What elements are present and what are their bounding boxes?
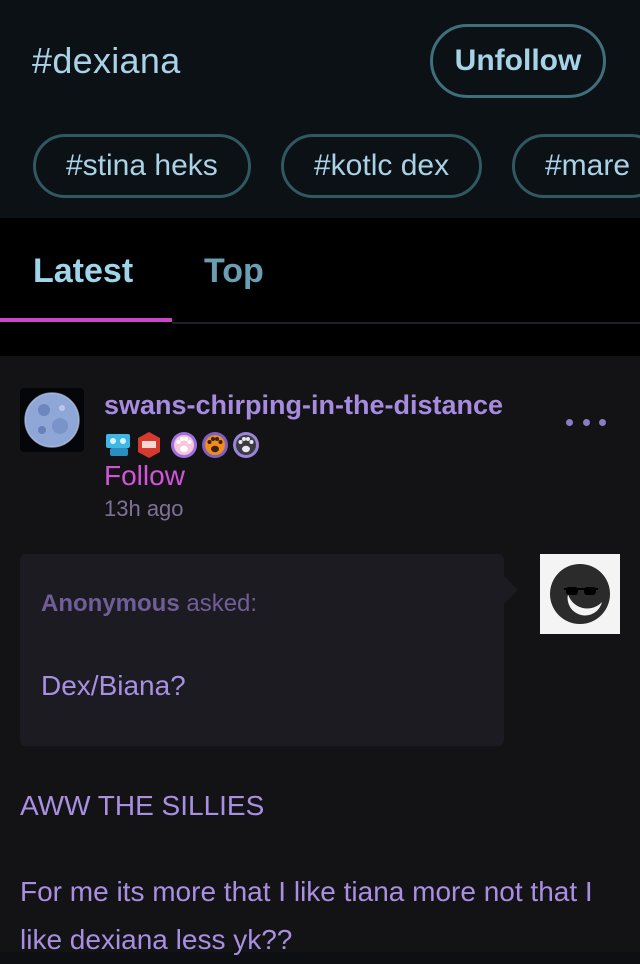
red-hexagon-badge-icon (138, 432, 160, 458)
related-tag-chip[interactable]: #stina heks (33, 134, 251, 198)
related-tag-chip[interactable]: #kotlc dex (281, 134, 483, 198)
anonymous-avatar (540, 554, 620, 634)
asked-label: asked: (186, 590, 258, 617)
pink-paw-badge-icon (171, 432, 197, 458)
tab-latest[interactable]: Latest (33, 252, 133, 291)
asker-name: Anonymous (41, 590, 180, 617)
divider (0, 324, 640, 356)
more-options-icon[interactable] (566, 410, 606, 434)
post-text: For me its more that I like tiana more n… (20, 876, 593, 955)
moon-icon (20, 388, 84, 452)
orange-paw-badge-icon (202, 432, 228, 458)
film-reel-badge-icon (106, 434, 130, 456)
post-timestamp: 13h ago (104, 496, 184, 521)
active-tab-indicator (0, 318, 172, 322)
avatar[interactable] (20, 388, 84, 452)
unfollow-button[interactable]: Unfollow (430, 24, 606, 98)
ask-header: Anonymous asked: (41, 590, 257, 618)
badge-row (104, 428, 264, 462)
ask-bubble (20, 554, 504, 746)
related-tag-chip[interactable]: #mare (512, 134, 640, 198)
tab-top[interactable]: Top (204, 252, 264, 291)
gray-paw-badge-icon (233, 432, 259, 458)
ask-bubble-pointer (504, 576, 518, 604)
ask-question: Dex/Biana? (41, 670, 186, 701)
feed-tabs: Latest Top (0, 218, 640, 324)
page-title: #dexiana (32, 40, 181, 81)
tag-header: #dexiana Unfollow #stina heks #kotlc dex… (0, 0, 640, 218)
post-text: AWW THE SILLIES (20, 790, 265, 821)
sunglasses-face-icon (540, 554, 620, 634)
blog-name[interactable]: swans-chirping-in-the-distance (104, 390, 503, 421)
follow-link[interactable]: Follow (104, 460, 185, 492)
